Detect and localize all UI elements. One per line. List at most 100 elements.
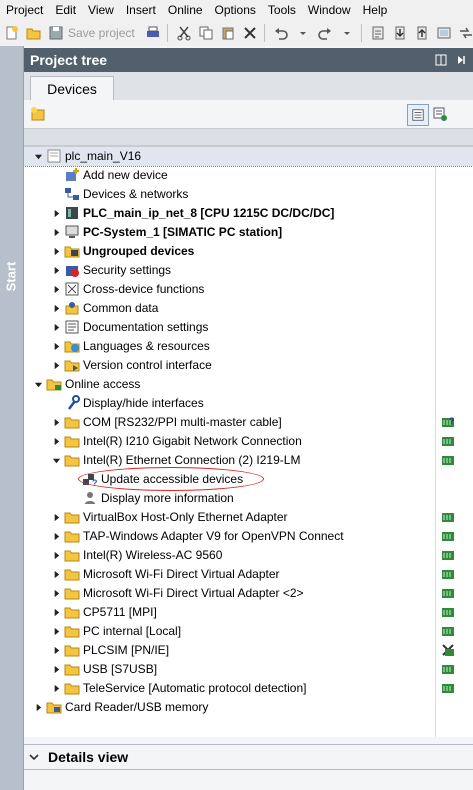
tree-item[interactable]: Display more information	[24, 489, 473, 508]
tree-item[interactable]: Microsoft Wi-Fi Direct Virtual Adapter	[24, 565, 473, 584]
expand-arrow-closed-icon[interactable]	[50, 565, 62, 584]
menu-item[interactable]: Help	[357, 0, 394, 20]
tree-item-label: Microsoft Wi-Fi Direct Virtual Adapter	[83, 567, 280, 581]
print-icon[interactable]	[143, 23, 163, 43]
menu-item[interactable]: Project	[0, 0, 49, 20]
expand-arrow-closed-icon[interactable]	[50, 660, 62, 679]
tree-item[interactable]: plc_main_V16	[24, 147, 473, 167]
tree-item[interactable]: COM [RS232/PPI multi-master cable]?	[24, 413, 473, 432]
undo-icon[interactable]	[271, 23, 291, 43]
toolbar-divider	[263, 24, 265, 42]
tree-item[interactable]: Intel(R) Wireless-AC 9560	[24, 546, 473, 565]
expand-arrow-closed-icon[interactable]	[50, 204, 62, 223]
expand-arrow-closed-icon[interactable]	[50, 242, 62, 261]
add-group-icon[interactable]	[28, 104, 48, 124]
upload-icon[interactable]	[412, 23, 432, 43]
tree-item[interactable]: Online access	[24, 375, 473, 394]
tree-item[interactable]: PLC_main_ip_net_8 [CPU 1215C DC/DC/DC]	[24, 204, 473, 223]
expand-arrow-closed-icon[interactable]	[50, 261, 62, 280]
simulation-icon[interactable]	[434, 23, 454, 43]
details-view-title: Details view	[48, 749, 129, 765]
open-project-icon[interactable]	[24, 23, 44, 43]
expand-arrow-closed-icon[interactable]	[50, 413, 62, 432]
menu-item[interactable]: Online	[162, 0, 209, 20]
new-project-icon[interactable]	[2, 23, 22, 43]
save-project-button[interactable]: Save project	[68, 26, 135, 40]
tree-item[interactable]: Card Reader/USB memory	[24, 698, 473, 717]
tree-item[interactable]: TeleService [Automatic protocol detectio…	[24, 679, 473, 698]
project-tree-title: Project tree	[30, 52, 108, 68]
tree-item[interactable]: Languages & resources	[24, 337, 473, 356]
detail-view-icon[interactable]	[430, 104, 450, 124]
expand-arrow-closed-icon[interactable]	[50, 432, 62, 451]
tree-item[interactable]: Documentation settings	[24, 318, 473, 337]
expand-arrow-closed-icon[interactable]	[50, 603, 62, 622]
expand-arrow-closed-icon[interactable]	[50, 641, 62, 660]
undo-dropdown-icon[interactable]	[293, 23, 313, 43]
details-view-header[interactable]: Details view	[24, 744, 473, 770]
menu-item[interactable]: Window	[302, 0, 357, 20]
expand-arrow-closed-icon[interactable]	[50, 299, 62, 318]
tree-item[interactable]: Security settings	[24, 261, 473, 280]
menu-item[interactable]: View	[82, 0, 120, 20]
tree-item[interactable]: Intel(R) Ethernet Connection (2) I219-LM	[24, 451, 473, 470]
start-tab[interactable]: Start	[0, 46, 24, 790]
expand-arrow-closed-icon[interactable]	[50, 337, 62, 356]
menu-item[interactable]: Options	[209, 0, 262, 20]
menu-item[interactable]: Tools	[262, 0, 302, 20]
menu-item[interactable]: Insert	[120, 0, 162, 20]
expand-arrow-open-icon[interactable]	[32, 375, 44, 394]
expand-arrow-closed-icon[interactable]	[32, 698, 44, 717]
expand-arrow-closed-icon[interactable]	[50, 546, 62, 565]
expand-arrow-closed-icon[interactable]	[50, 280, 62, 299]
tree-item[interactable]: Version control interface	[24, 356, 473, 375]
tree-item[interactable]: USB [S7USB]	[24, 660, 473, 679]
redo-dropdown-icon[interactable]	[337, 23, 357, 43]
tree-item[interactable]: Intel(R) I210 Gigabit Network Connection	[24, 432, 473, 451]
split-panel-icon[interactable]	[433, 52, 449, 68]
tab-devices[interactable]: Devices	[30, 76, 114, 101]
tree-item[interactable]: Microsoft Wi-Fi Direct Virtual Adapter <…	[24, 584, 473, 603]
save-project-icon[interactable]	[46, 23, 66, 43]
tree-item[interactable]: Add new device	[24, 166, 473, 185]
expand-arrow-open-icon[interactable]	[32, 147, 44, 166]
expand-arrow-open-icon[interactable]	[50, 451, 62, 470]
go-online-icon[interactable]	[456, 23, 473, 43]
more-info-icon	[82, 490, 98, 506]
redo-icon[interactable]	[315, 23, 335, 43]
compile-icon[interactable]	[368, 23, 388, 43]
tree-item-label: Common data	[83, 301, 159, 315]
expand-arrow-closed-icon[interactable]	[50, 223, 62, 242]
documentation-icon	[64, 319, 80, 335]
copy-icon[interactable]	[196, 23, 216, 43]
tree-item[interactable]: CP5711 [MPI]	[24, 603, 473, 622]
expand-arrow-closed-icon[interactable]	[50, 584, 62, 603]
expand-arrow-closed-icon[interactable]	[50, 356, 62, 375]
status-ok-icon	[441, 586, 455, 600]
tree-item[interactable]: VirtualBox Host-Only Ethernet Adapter	[24, 508, 473, 527]
tree-item[interactable]: Display/hide interfaces	[24, 394, 473, 413]
paste-icon[interactable]	[218, 23, 238, 43]
tree-item[interactable]: Cross-device functions	[24, 280, 473, 299]
menu-item[interactable]: Edit	[49, 0, 82, 20]
overview-view-icon[interactable]	[407, 104, 429, 126]
expand-arrow-closed-icon[interactable]	[50, 622, 62, 641]
wrench-icon	[64, 395, 80, 411]
tree-item[interactable]: Common data	[24, 299, 473, 318]
tree-item-label: Intel(R) Wireless-AC 9560	[83, 548, 223, 562]
tree-item[interactable]: Ungrouped devices	[24, 242, 473, 261]
tree-item[interactable]: TAP-Windows Adapter V9 for OpenVPN Conne…	[24, 527, 473, 546]
tree-item[interactable]: PLCSIM [PN/IE]	[24, 641, 473, 660]
expand-arrow-closed-icon[interactable]	[50, 679, 62, 698]
tree-item[interactable]: Devices & networks	[24, 185, 473, 204]
expand-arrow-closed-icon[interactable]	[50, 527, 62, 546]
chevron-down-icon[interactable]	[24, 751, 44, 763]
expand-arrow-closed-icon[interactable]	[50, 318, 62, 337]
tree-item[interactable]: PC-System_1 [SIMATIC PC station]	[24, 223, 473, 242]
expand-arrow-closed-icon[interactable]	[50, 508, 62, 527]
cut-icon[interactable]	[174, 23, 194, 43]
tree-item[interactable]: PC internal [Local]	[24, 622, 473, 641]
delete-icon[interactable]	[240, 23, 260, 43]
collapse-panel-icon[interactable]	[453, 52, 469, 68]
download-icon[interactable]	[390, 23, 410, 43]
